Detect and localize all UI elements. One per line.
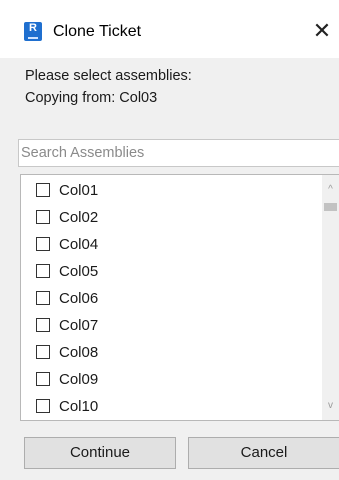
scrollbar-thumb[interactable] (324, 203, 337, 211)
checkbox[interactable] (36, 318, 50, 332)
prompt-instruction: Please select assemblies: (25, 68, 192, 84)
list-item-label: Col02 (59, 208, 99, 226)
prompt-text: Please select assemblies: Copying from: … (25, 65, 192, 109)
copying-from-label: Copying from: Col03 (25, 90, 158, 106)
cancel-button[interactable]: Cancel (188, 437, 339, 469)
window-title: Clone Ticket (53, 23, 142, 40)
list-item-col06[interactable]: Col06 (36, 288, 98, 308)
checkbox[interactable] (36, 264, 50, 278)
search-assemblies-input[interactable] (18, 139, 339, 167)
list-item-col02[interactable]: Col02 (36, 207, 98, 227)
list-item-col07[interactable]: Col07 (36, 315, 98, 335)
list-item-label: Col10 (59, 397, 99, 415)
checkbox[interactable] (36, 372, 50, 386)
checkbox[interactable] (36, 291, 50, 305)
list-item-col01[interactable]: Col01 (36, 180, 98, 200)
app-icon-letter: R (29, 22, 37, 34)
close-button[interactable]: ✕ (305, 14, 339, 48)
checkbox[interactable] (36, 237, 50, 251)
title-bar: R Clone Ticket ✕ (0, 0, 339, 58)
checkbox[interactable] (36, 345, 50, 359)
scroll-down-arrow-icon[interactable]: v (322, 397, 339, 414)
checkbox[interactable] (36, 210, 50, 224)
list-item-label: Col01 (59, 181, 99, 199)
assemblies-list[interactable]: Col01 Col02 Col04 Col05 Col06 Col07 Col0… (20, 174, 339, 421)
list-item-col05[interactable]: Col05 (36, 261, 98, 281)
list-item-label: Col07 (59, 316, 99, 334)
list-item-col10[interactable]: Col10 (36, 396, 98, 416)
list-item-label: Col06 (59, 289, 99, 307)
list-item-label: Col08 (59, 343, 99, 361)
list-item-label: Col05 (59, 262, 99, 280)
list-item-label: Col09 (59, 370, 99, 388)
scroll-up-arrow-icon[interactable]: ^ (322, 181, 339, 198)
revit-app-icon: R (24, 22, 42, 41)
checkbox[interactable] (36, 183, 50, 197)
list-item-col08[interactable]: Col08 (36, 342, 98, 362)
app-icon-underline (28, 37, 38, 39)
list-item-col04[interactable]: Col04 (36, 234, 98, 254)
list-scrollbar[interactable]: ^ v (322, 175, 339, 420)
checkbox[interactable] (36, 399, 50, 413)
continue-button[interactable]: Continue (24, 437, 176, 469)
list-item-col09[interactable]: Col09 (36, 369, 98, 389)
list-item-label: Col04 (59, 235, 99, 253)
